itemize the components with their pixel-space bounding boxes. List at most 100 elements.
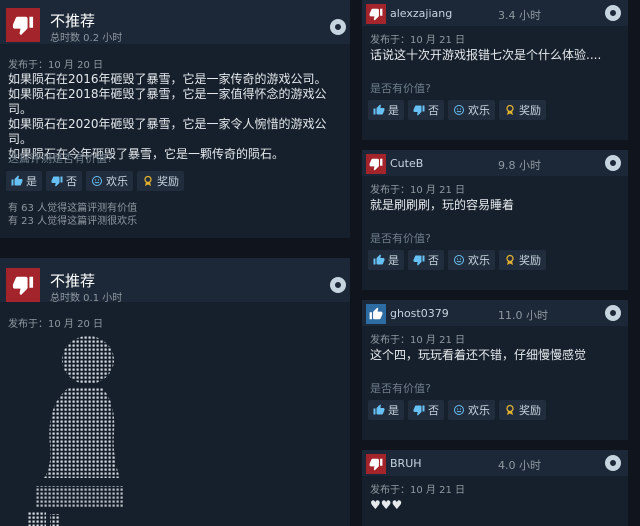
vote-yes-button[interactable]: 是 [368,250,404,270]
vote-no-button[interactable]: 否 [408,400,444,420]
review-hours: 总时数 0.2 小时 [50,33,123,44]
vote-funny-label: 欢乐 [468,254,490,267]
award-label: 奖励 [519,254,541,267]
comment-card: alexzajiang 3.4 小时 发布于：10 月 21 日 话说这十次开游… [362,0,628,140]
vote-buttons: 是 否 欢乐 奖励 [368,400,546,420]
smiley-icon [92,176,102,186]
review-date: 发布于：10 月 21 日 [370,485,465,496]
review-card-1: 不推荐 总时数 0.2 小时 发布于：10 月 20 日 如果陨石在2016年砸… [0,0,350,238]
funny-count: 有 23 人觉得这篇评测很欢乐 [8,216,138,227]
steam-logo-icon [605,5,621,21]
review-date: 发布于：10 月 21 日 [370,335,465,346]
vote-funny-button[interactable]: 欢乐 [448,100,495,120]
thumbs-up-icon [373,104,385,115]
vote-funny-label: 欢乐 [106,175,128,188]
review-hours: 11.0 小时 [498,309,548,322]
thumbs-up-icon [366,304,386,324]
steam-logo-icon [605,455,621,471]
vote-buttons: 是 否 欢乐 奖励 [368,250,546,270]
vote-no-label: 否 [428,254,439,267]
review-verdict: 不推荐 [50,272,96,290]
ascii-art-figure [28,336,124,526]
award-icon [506,104,514,115]
award-icon [144,175,152,186]
review-date: 发布于：10 月 20 日 [8,60,103,71]
vote-yes-button[interactable]: 是 [6,171,42,191]
vote-yes-label: 是 [388,404,399,417]
thumbs-up-icon [373,254,385,265]
review-hours: 3.4 小时 [498,9,541,22]
award-icon [506,404,514,415]
review-hours: 总时数 0.1 小时 [50,293,123,304]
thumbs-down-icon [366,154,386,174]
review-text: 如果陨石在2016年砸毁了暴雪，它是一家传奇的游戏公司。 如果陨石在2018年砸… [8,72,348,162]
helpful-question: 是否有价值? [370,82,431,95]
review-hours: 9.8 小时 [498,159,541,172]
vote-no-button[interactable]: 否 [408,100,444,120]
steam-logo-icon [330,277,346,293]
smiley-icon [454,405,464,415]
review-card-2: 不推荐 总时数 0.1 小时 发布于：10 月 20 日 [0,258,350,526]
thumbs-down-icon [366,4,386,24]
review-text: 话说这十次开游戏报错七次是个什么体验.... [370,48,602,62]
review-text: 这个四，玩玩看着还不错，仔细慢慢感觉 [370,348,587,362]
thumbs-up-icon [373,404,385,415]
award-label: 奖励 [157,175,179,188]
helpful-question: 是否有价值? [370,382,431,395]
vote-buttons: 是 否 欢乐 奖励 [6,171,184,191]
vote-yes-label: 是 [388,104,399,117]
comment-card: BRUH 4.0 小时 发布于：10 月 21 日 ♥♥♥ [362,450,628,526]
smiley-icon [454,255,464,265]
smiley-icon [454,105,464,115]
helpful-question: 这篇评测是否有价值? [8,152,113,165]
vote-no-button[interactable]: 否 [46,171,82,191]
award-button[interactable]: 奖励 [499,100,546,120]
review-text: ♥♥♥ [370,498,403,512]
vote-yes-label: 是 [26,175,37,188]
review-line: 如果陨石在2020年砸毁了暴雪，它是一家令人惋惜的游戏公司。 [8,117,327,146]
reviewer-name[interactable]: BRUH [390,457,422,470]
thumbs-down-icon [413,405,425,416]
vote-funny-label: 欢乐 [468,104,490,117]
thumbs-down-icon [413,105,425,116]
vote-funny-label: 欢乐 [468,404,490,417]
steam-logo-icon [330,19,346,35]
helpful-question: 是否有价值? [370,232,431,245]
review-line: 如果陨石在2018年砸毁了暴雪，它是一家值得怀念的游戏公司。 [8,87,327,116]
review-date: 发布于：10 月 20 日 [8,319,103,330]
vote-no-label: 否 [428,104,439,117]
vote-funny-button[interactable]: 欢乐 [448,400,495,420]
thumbs-down-icon [6,8,40,42]
review-text: 就是刷刷刷，玩的容易睡着 [370,198,515,212]
thumbs-down-icon [51,176,63,187]
review-date: 发布于：10 月 21 日 [370,35,465,46]
reviewer-name[interactable]: CuteB [390,157,423,170]
reviewer-name[interactable]: ghost0379 [390,307,449,320]
steam-logo-icon [605,305,621,321]
vote-funny-button[interactable]: 欢乐 [86,171,133,191]
vote-yes-button[interactable]: 是 [368,400,404,420]
comment-card: ghost0379 11.0 小时 发布于：10 月 21 日 这个四，玩玩看着… [362,300,628,440]
thumbs-down-icon [6,268,40,302]
vote-yes-button[interactable]: 是 [368,100,404,120]
award-label: 奖励 [519,404,541,417]
thumbs-down-icon [366,454,386,474]
review-hours: 4.0 小时 [498,459,541,472]
helpful-count: 有 63 人觉得这篇评测有价值 [8,203,138,214]
award-button[interactable]: 奖励 [499,400,546,420]
award-button[interactable]: 奖励 [499,250,546,270]
vote-yes-label: 是 [388,254,399,267]
vote-buttons: 是 否 欢乐 奖励 [368,100,546,120]
review-date: 发布于：10 月 21 日 [370,185,465,196]
review-verdict: 不推荐 [50,12,96,30]
thumbs-up-icon [11,175,23,186]
award-label: 奖励 [519,104,541,117]
vote-no-label: 否 [428,404,439,417]
award-icon [506,254,514,265]
vote-funny-button[interactable]: 欢乐 [448,250,495,270]
award-button[interactable]: 奖励 [137,171,184,191]
vote-no-label: 否 [66,175,77,188]
vote-no-button[interactable]: 否 [408,250,444,270]
review-line: 如果陨石在2016年砸毁了暴雪，它是一家传奇的游戏公司。 [8,72,327,86]
reviewer-name[interactable]: alexzajiang [390,7,452,20]
